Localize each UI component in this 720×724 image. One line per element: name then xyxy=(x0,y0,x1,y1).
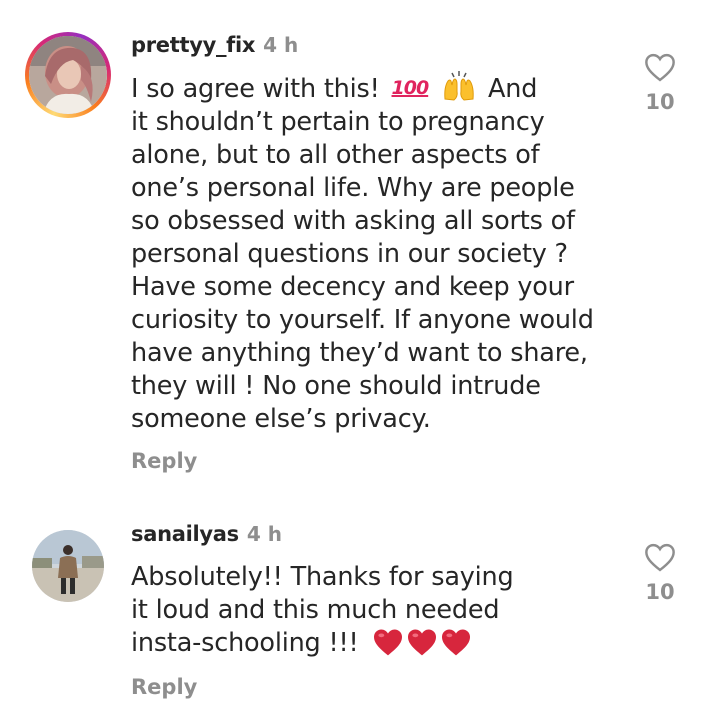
red-heart-emoji xyxy=(408,629,437,656)
raising-hands-emoji xyxy=(444,71,474,101)
heart-icon[interactable] xyxy=(643,542,677,572)
comment-item: sanailyas 4 h Absolutely!! Thanks for say… xyxy=(0,510,720,724)
like-column: 10 xyxy=(630,52,690,114)
comment-line: alone, but to all other aspects of xyxy=(131,140,540,170)
hundred-points-emoji: 100 xyxy=(391,77,430,99)
comment-line: Have some decency and keep your xyxy=(131,272,574,302)
like-count: 10 xyxy=(645,90,675,114)
comment-item: prettyy_fix 4 h I so agree with this! 100… xyxy=(0,0,720,490)
comment-line: they will ! No one should intrude xyxy=(131,371,541,401)
comment-username[interactable]: prettyy_fix xyxy=(131,33,255,57)
comment-timestamp: 4 h xyxy=(263,33,299,57)
comment-header: prettyy_fix 4 h xyxy=(131,32,298,58)
comment-timestamp: 4 h xyxy=(246,522,282,546)
comment-body: I so agree with this! 100 And it shouldn… xyxy=(131,71,601,436)
avatar-photo xyxy=(32,530,104,602)
like-count: 10 xyxy=(645,580,675,604)
like-column: 10 xyxy=(630,542,690,604)
reply-button[interactable]: Reply xyxy=(131,448,197,474)
comment-line: it loud and this much needed xyxy=(131,595,500,625)
comment-username[interactable]: sanailyas xyxy=(131,522,239,546)
comment-line: someone else’s privacy. xyxy=(131,404,431,434)
reply-button[interactable]: Reply xyxy=(131,674,197,700)
comment-line: so obsessed with asking all sorts of xyxy=(131,206,575,236)
avatar-photo xyxy=(29,36,107,114)
comment-line: Absolutely!! Thanks for saying xyxy=(131,562,514,592)
avatar-wrapper[interactable] xyxy=(32,530,104,602)
avatar xyxy=(29,36,107,114)
avatar xyxy=(32,530,104,602)
comment-line: one’s personal life. Why are people xyxy=(131,173,575,203)
red-heart-emoji xyxy=(442,629,471,656)
comment-body: Absolutely!! Thanks for saying it loud a… xyxy=(131,561,601,660)
comment-line: have anything they’d want to share, xyxy=(131,338,588,368)
comment-line: insta-schooling !!! xyxy=(131,627,601,660)
comment-line: curiosity to yourself. If anyone would xyxy=(131,305,594,335)
comment-line: it shouldn’t pertain to pregnancy xyxy=(131,107,545,137)
comment-line: I so agree with this! 100 And xyxy=(131,71,601,106)
comment-header: sanailyas 4 h xyxy=(131,521,282,547)
avatar-story-ring[interactable] xyxy=(25,32,111,118)
heart-icon[interactable] xyxy=(643,52,677,82)
red-heart-emoji xyxy=(374,629,403,656)
comment-line: personal questions in our society ? xyxy=(131,239,568,269)
